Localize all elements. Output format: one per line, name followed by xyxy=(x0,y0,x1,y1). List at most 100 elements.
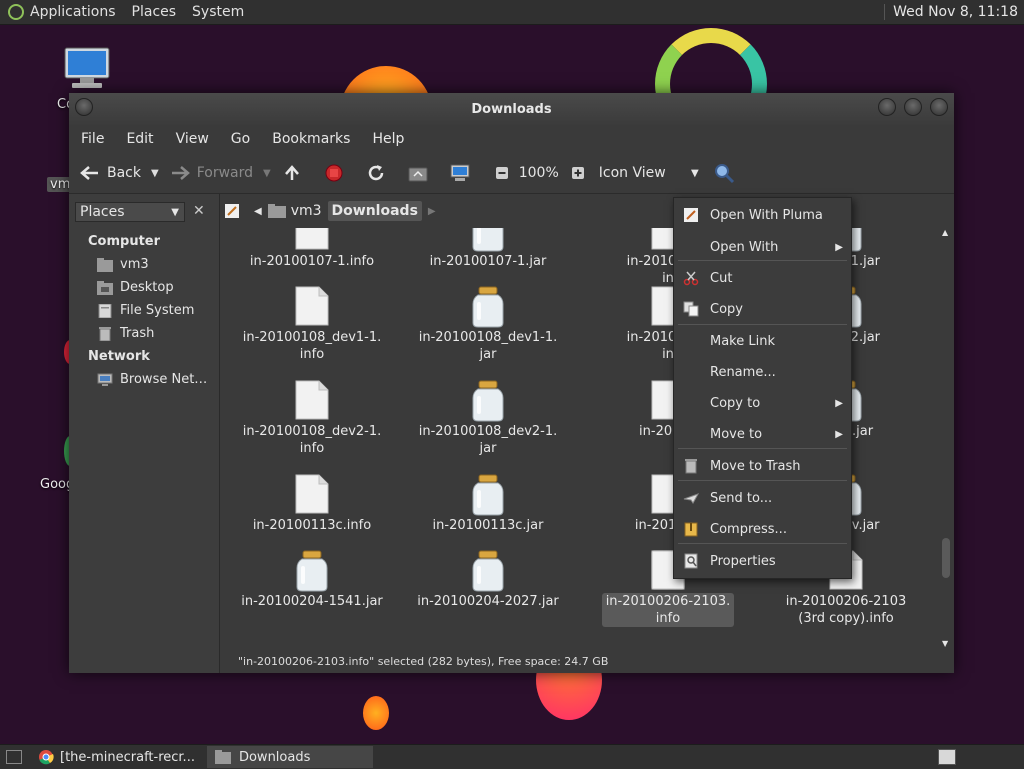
computer-button[interactable] xyxy=(449,162,477,184)
sidebar-item-trash[interactable]: Trash xyxy=(97,326,154,341)
forward-button[interactable]: Forward xyxy=(169,162,253,184)
computer-desktop-icon[interactable] xyxy=(62,46,112,94)
menu-item-move-to-trash[interactable]: Move to Trash xyxy=(674,453,851,479)
window-menu-button[interactable] xyxy=(75,98,93,116)
desktop-folder-icon xyxy=(97,280,113,295)
minimize-button[interactable] xyxy=(878,98,896,116)
file-name: in-20100204-1541.jar xyxy=(241,594,383,609)
scroll-up-arrow[interactable]: ▲ xyxy=(942,228,948,237)
back-history-dropdown[interactable]: ▼ xyxy=(151,168,159,179)
task-browser[interactable]: [the-minecraft-recr... xyxy=(30,746,203,768)
sidebar-item-vm3[interactable]: vm3 xyxy=(97,257,149,272)
file-item-jar[interactable]: in-20100108_dev1-1. jar xyxy=(400,286,576,363)
places-menu[interactable]: Places xyxy=(132,4,177,20)
breadcrumb-vm3[interactable]: vm3 xyxy=(267,203,322,219)
menu-item-properties[interactable]: Properties xyxy=(674,548,851,574)
home-button[interactable] xyxy=(407,162,435,184)
file-item-jar[interactable]: in-20100204-2027.jar xyxy=(400,550,576,610)
view-mode-select[interactable]: Icon View ▼ xyxy=(599,165,699,181)
show-desktop-icon[interactable] xyxy=(6,750,22,764)
menu-item-cut[interactable]: Cut xyxy=(674,265,851,291)
stop-button[interactable] xyxy=(323,162,351,184)
file-item-jar[interactable]: in-20100204-1541.jar xyxy=(224,550,400,610)
edit-location-button[interactable] xyxy=(224,203,240,219)
menu-file[interactable]: File xyxy=(81,131,104,147)
menu-go[interactable]: Go xyxy=(231,131,250,147)
menu-item-icon-spacer xyxy=(682,394,700,412)
maximize-button[interactable] xyxy=(904,98,922,116)
scroll-down-arrow[interactable]: ▼ xyxy=(942,639,948,648)
task-downloads[interactable]: Downloads xyxy=(206,746,373,768)
path-forward-arrow[interactable]: ▶ xyxy=(428,206,436,217)
menu-item-move-to[interactable]: Move to ▶ xyxy=(674,421,851,447)
menu-item-rename[interactable]: Rename... xyxy=(674,359,851,385)
jar-file-icon xyxy=(471,286,505,328)
file-item-info[interactable]: in-20100108_dev2-1. info xyxy=(224,380,400,457)
window-titlebar[interactable]: Downloads xyxy=(69,93,954,125)
zoom-out-button[interactable] xyxy=(491,162,513,184)
zoom-in-icon xyxy=(567,162,589,184)
workspace-switcher[interactable] xyxy=(938,749,956,765)
zoom-out-icon xyxy=(491,162,513,184)
path-back-arrow[interactable]: ◀ xyxy=(254,206,262,217)
sidebar-item-label: Desktop xyxy=(120,280,174,295)
vertical-scrollbar[interactable]: ▲ ▼ xyxy=(940,228,952,648)
file-item-jar[interactable]: in-20100107-1.jar xyxy=(400,228,576,270)
copy-icon xyxy=(682,300,700,318)
menu-separator xyxy=(678,260,847,261)
sidebar-item-file-system[interactable]: File System xyxy=(97,303,194,318)
file-item-info[interactable]: in-20100108_dev1-1. info xyxy=(224,286,400,363)
back-button[interactable]: Back xyxy=(79,162,141,184)
up-button[interactable] xyxy=(281,162,309,184)
file-name: in-20100108_dev2-1. jar xyxy=(418,424,558,456)
file-item-jar[interactable]: in-20100113c.jar xyxy=(400,474,576,534)
applications-menu[interactable]: Applications xyxy=(30,4,116,20)
menu-edit[interactable]: Edit xyxy=(126,131,153,147)
jar-file-icon xyxy=(471,474,505,516)
close-icon[interactable]: ✕ xyxy=(193,203,205,219)
sidebar-heading-network: Network xyxy=(88,349,150,364)
file-item-jar[interactable]: in-20100108_dev2-1. jar xyxy=(400,380,576,457)
file-name: in-20100113c.info xyxy=(252,518,372,533)
forward-history-dropdown[interactable]: ▼ xyxy=(263,168,271,179)
sidebar-item-label: vm3 xyxy=(120,257,149,272)
mate-logo-icon[interactable] xyxy=(8,4,24,20)
archive-icon xyxy=(682,520,700,538)
menu-item-copy[interactable]: Copy xyxy=(674,296,851,322)
zoom-level[interactable]: 100% xyxy=(519,165,559,181)
zoom-in-button[interactable] xyxy=(567,162,589,184)
menu-separator xyxy=(678,543,847,544)
document-icon xyxy=(295,228,329,250)
menu-item-compress[interactable]: Compress... xyxy=(674,516,851,542)
menu-item-make-link[interactable]: Make Link xyxy=(674,328,851,354)
clock[interactable]: Wed Nov 8, 11:18 xyxy=(884,4,1024,20)
document-icon xyxy=(295,474,329,514)
menu-view[interactable]: View xyxy=(176,131,209,147)
file-item-info[interactable]: in-20100113c.info xyxy=(224,474,400,534)
places-selector[interactable]: Places ▼ xyxy=(75,202,185,222)
computer-icon xyxy=(449,162,471,184)
menu-item-open-with[interactable]: Open With ▶ xyxy=(674,234,851,260)
search-button[interactable] xyxy=(713,162,741,184)
reload-button[interactable] xyxy=(365,162,393,184)
menubar: File Edit View Go Bookmarks Help xyxy=(69,125,954,153)
breadcrumb-downloads[interactable]: Downloads xyxy=(327,201,422,221)
document-icon xyxy=(295,286,329,326)
chevron-down-icon: ▼ xyxy=(691,167,699,179)
file-item-info[interactable]: in-20100107-1.info xyxy=(224,228,400,270)
trash-icon xyxy=(99,326,111,341)
sidebar-item-browse-network[interactable]: Browse Net… xyxy=(97,372,207,387)
file-name: in-20100204-2027.jar xyxy=(417,594,559,609)
menu-item-label: Open With xyxy=(710,239,779,255)
scroll-thumb[interactable] xyxy=(942,538,950,578)
close-button[interactable] xyxy=(930,98,948,116)
menu-help[interactable]: Help xyxy=(372,131,404,147)
menu-item-open-with-pluma[interactable]: Open With Pluma xyxy=(674,202,851,228)
menu-item-copy-to[interactable]: Copy to ▶ xyxy=(674,390,851,416)
window-title: Downloads xyxy=(471,101,552,117)
drive-icon xyxy=(98,303,112,318)
system-menu[interactable]: System xyxy=(192,4,244,20)
menu-item-send-to[interactable]: Send to... xyxy=(674,485,851,511)
menu-bookmarks[interactable]: Bookmarks xyxy=(272,131,350,147)
sidebar-item-desktop[interactable]: Desktop xyxy=(97,280,174,295)
